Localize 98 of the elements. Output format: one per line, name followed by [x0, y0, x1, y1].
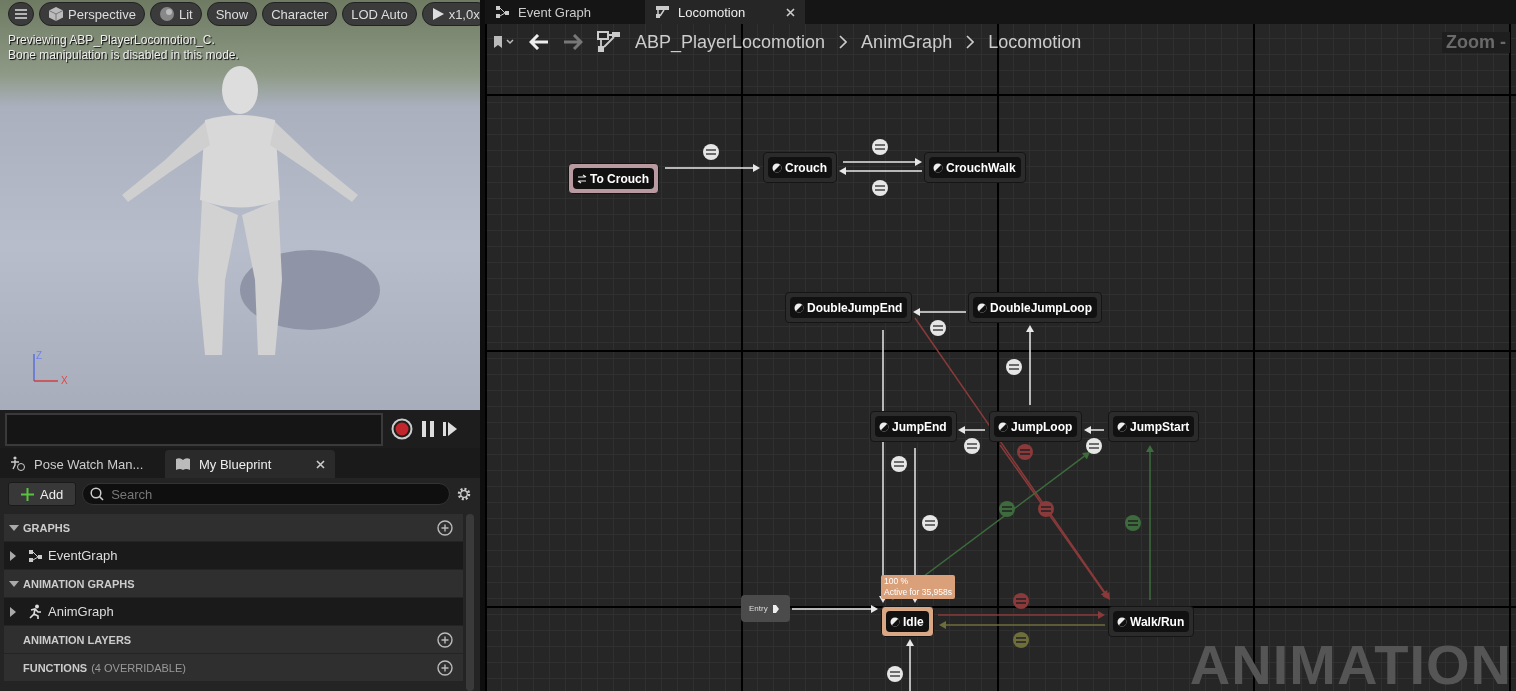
- transition-arrow[interactable]: [958, 426, 986, 434]
- graph-icon: [28, 548, 43, 563]
- close-icon[interactable]: [316, 459, 325, 469]
- state-machine-icon: [597, 31, 621, 53]
- chevron-icon: [966, 35, 975, 49]
- record-icon[interactable]: [391, 418, 413, 440]
- viewport-message: Previewing ABP_PlayerLocomotion_C.: [8, 33, 216, 48]
- close-icon[interactable]: [786, 7, 795, 17]
- state-node[interactable]: DoubleJumpEnd: [785, 292, 913, 323]
- conduit-node[interactable]: To Crouch: [568, 163, 660, 194]
- tree-item[interactable]: EventGraph: [4, 542, 463, 569]
- axis-label: Z: [36, 350, 43, 361]
- graph-tab[interactable]: Event Graph: [485, 0, 645, 24]
- state-node[interactable]: JumpStart: [1108, 411, 1200, 442]
- graph-tab[interactable]: Locomotion: [645, 0, 805, 24]
- state-icon: [998, 421, 1008, 432]
- section-header[interactable]: ANIMATION LAYERS: [4, 626, 463, 653]
- viewport-message: Bone manipulation is disabled in this mode.: [8, 48, 239, 63]
- viewport-toolbar-button[interactable]: Show: [206, 2, 258, 26]
- graph-canvas[interactable]: ANIMATION To Crouch Crouch CrouchWalk DoubleJumpEnd DoubleJumpLoop JumpEnd JumpLoop JumpStart Entry Idle Walk/Run 100 % Active for 35,958s ABP_PlayerLocomotion AnimGraph Locomotion Zoom -: [485, 24, 1516, 691]
- collapsed-arrow-icon[interactable]: [9, 606, 17, 617]
- transition-arrow[interactable]: [842, 158, 922, 166]
- running-figure-icon: [28, 604, 43, 619]
- transition-arrow[interactable]: [913, 308, 967, 316]
- state-icon: [772, 162, 782, 173]
- zoom-label: Zoom -: [1442, 31, 1510, 53]
- breadcrumb-link[interactable]: Locomotion: [988, 31, 1082, 53]
- breadcrumb-link[interactable]: AnimGraph: [861, 31, 953, 53]
- entry-node[interactable]: Entry: [741, 595, 790, 622]
- state-node[interactable]: Crouch: [763, 152, 837, 183]
- viewport-toolbar-button[interactable]: Perspective: [39, 2, 145, 26]
- transition-arrow[interactable]: [1084, 426, 1105, 434]
- section-header[interactable]: ANIMATION GRAPHS: [4, 570, 463, 597]
- axis-label: X: [61, 375, 68, 386]
- section-note: (4 OVERRIDABLE): [91, 661, 186, 674]
- chevron-icon: [839, 35, 848, 49]
- section-title: FUNCTIONS: [23, 661, 88, 674]
- state-icon: [977, 302, 987, 313]
- state-icon: [794, 302, 804, 313]
- sphere-icon: [158, 6, 175, 22]
- section-title: ANIMATION GRAPHS: [23, 577, 135, 590]
- add-icon[interactable]: [437, 659, 453, 676]
- transition-arrow[interactable]: [1026, 325, 1034, 406]
- state-icon: [890, 616, 900, 627]
- panel-tab[interactable]: My Blueprint: [165, 450, 335, 478]
- cube-icon: [48, 6, 64, 22]
- search-icon: [90, 487, 105, 501]
- state-node[interactable]: Walk/Run: [1108, 606, 1195, 637]
- state-machine-icon: [655, 5, 670, 19]
- exec-pin-icon: [771, 603, 780, 614]
- collapsed-arrow-icon[interactable]: [9, 550, 17, 561]
- state-node[interactable]: CrouchWalk: [924, 152, 1026, 183]
- state-icon: [1117, 616, 1127, 627]
- state-icon: [1117, 421, 1127, 432]
- step-forward-icon[interactable]: [443, 421, 457, 437]
- section-title: ANIMATION LAYERS: [23, 633, 132, 646]
- conduit-icon: [577, 173, 587, 184]
- state-node[interactable]: JumpEnd: [870, 411, 957, 442]
- section-header[interactable]: FUNCTIONS (4 OVERRIDABLE): [4, 654, 463, 681]
- book-icon: [175, 457, 191, 471]
- search-field[interactable]: Search: [82, 483, 450, 505]
- state-icon: [933, 162, 943, 173]
- back-arrow-icon[interactable]: [529, 34, 549, 50]
- state-node[interactable]: DoubleJumpLoop: [968, 292, 1102, 323]
- add-icon[interactable]: [437, 519, 453, 536]
- transition-arrow[interactable]: [839, 167, 923, 175]
- forward-arrow-icon[interactable]: [563, 34, 583, 50]
- settings-icon[interactable]: [456, 486, 472, 502]
- tree-item[interactable]: AnimGraph: [4, 598, 463, 625]
- state-icon: [879, 421, 889, 432]
- section-header[interactable]: GRAPHS: [4, 514, 463, 541]
- add-button[interactable]: Add: [8, 482, 77, 506]
- transition-arrow[interactable]: [906, 639, 914, 691]
- expanded-arrow-icon[interactable]: [9, 523, 19, 532]
- section-title: GRAPHS: [23, 521, 71, 534]
- transition-arrow[interactable]: [664, 164, 760, 172]
- plus-icon: [21, 487, 34, 501]
- active-state-tooltip: 100 % Active for 35,958s: [881, 575, 956, 599]
- breadcrumb-link[interactable]: ABP_PlayerLocomotion: [635, 31, 826, 53]
- transition-arrow[interactable]: [791, 605, 878, 613]
- menu-button[interactable]: [8, 2, 34, 26]
- expanded-arrow-icon[interactable]: [9, 579, 19, 588]
- play-icon: [430, 7, 445, 21]
- viewport-toolbar-button[interactable]: Lit: [149, 2, 202, 26]
- pose-watch-icon: [10, 456, 26, 472]
- add-icon[interactable]: [437, 631, 453, 648]
- state-node[interactable]: Idle: [881, 606, 934, 637]
- tree-item-label: AnimGraph: [48, 604, 114, 619]
- viewport-toolbar-button[interactable]: x1,0x: [421, 2, 480, 26]
- tree-item-label: EventGraph: [48, 548, 118, 563]
- viewport-toolbar-button[interactable]: Character: [262, 2, 338, 26]
- bookmark-icon[interactable]: [493, 35, 515, 49]
- timeline-field[interactable]: [5, 412, 383, 446]
- state-node[interactable]: JumpLoop: [989, 411, 1083, 442]
- viewport-toolbar-button[interactable]: LOD Auto: [342, 2, 417, 26]
- menu-icon: [15, 9, 27, 19]
- pause-icon[interactable]: [421, 420, 435, 438]
- graph-icon: [495, 5, 510, 19]
